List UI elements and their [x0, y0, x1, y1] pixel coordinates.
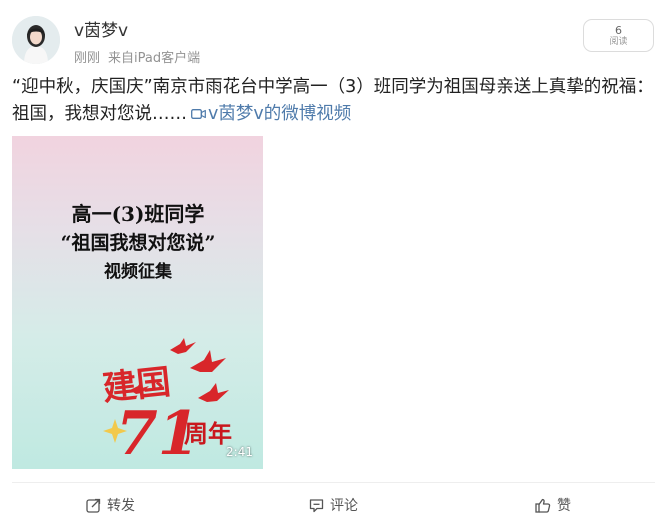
view-count-badge: 6 阅读 — [583, 19, 654, 52]
post-time: 刚刚 — [74, 51, 101, 66]
comment-label: 评论 — [330, 498, 358, 514]
divider — [12, 482, 655, 483]
repost-icon — [86, 498, 101, 513]
comment-button[interactable]: 评论 — [309, 490, 358, 520]
user-name[interactable]: v茵梦v — [74, 16, 128, 41]
banner-text-2: 周年 — [184, 419, 232, 448]
post-header: v茵梦v 刚刚 来自iPad客户端 6 阅读 — [0, 0, 667, 72]
like-button[interactable]: 赞 — [535, 490, 571, 520]
video-thumbnail[interactable]: 高一(3)班同学 “祖国我想对您说” 视频征集 建国 71 周年 2:41 — [12, 136, 263, 469]
like-label: 赞 — [557, 498, 571, 514]
poster-title-line1: 高一(3)班同学 — [72, 202, 205, 226]
post-content: “迎中秋，庆国庆”南京市雨花台中学高一（3）班同学为祖国母亲送上真挚的祝福：祖国… — [12, 74, 657, 129]
post-source: 来自iPad客户端 — [108, 51, 201, 66]
video-duration: 2:41 — [226, 445, 253, 459]
video-link-label: v茵梦v的微博视频 — [208, 104, 352, 124]
poster-title-line2: “祖国我想对您说” — [61, 231, 216, 254]
video-camera-icon — [191, 102, 206, 129]
repost-button[interactable]: 转发 — [86, 490, 135, 520]
comment-icon — [309, 498, 324, 513]
thumbs-up-icon — [535, 498, 551, 513]
repost-label: 转发 — [107, 498, 135, 514]
view-count: 6 — [615, 24, 622, 37]
video-poster-art: 高一(3)班同学 “祖国我想对您说” 视频征集 建国 71 周年 — [61, 202, 232, 469]
avatar[interactable] — [12, 16, 60, 64]
poster-title-line3: 视频征集 — [104, 261, 173, 282]
video-link[interactable]: v茵梦v的微博视频 — [187, 104, 351, 124]
action-bar: 转发 评论 赞 — [0, 490, 667, 520]
post-meta: 刚刚 来自iPad客户端 — [74, 47, 200, 66]
view-count-label: 阅读 — [609, 37, 628, 47]
